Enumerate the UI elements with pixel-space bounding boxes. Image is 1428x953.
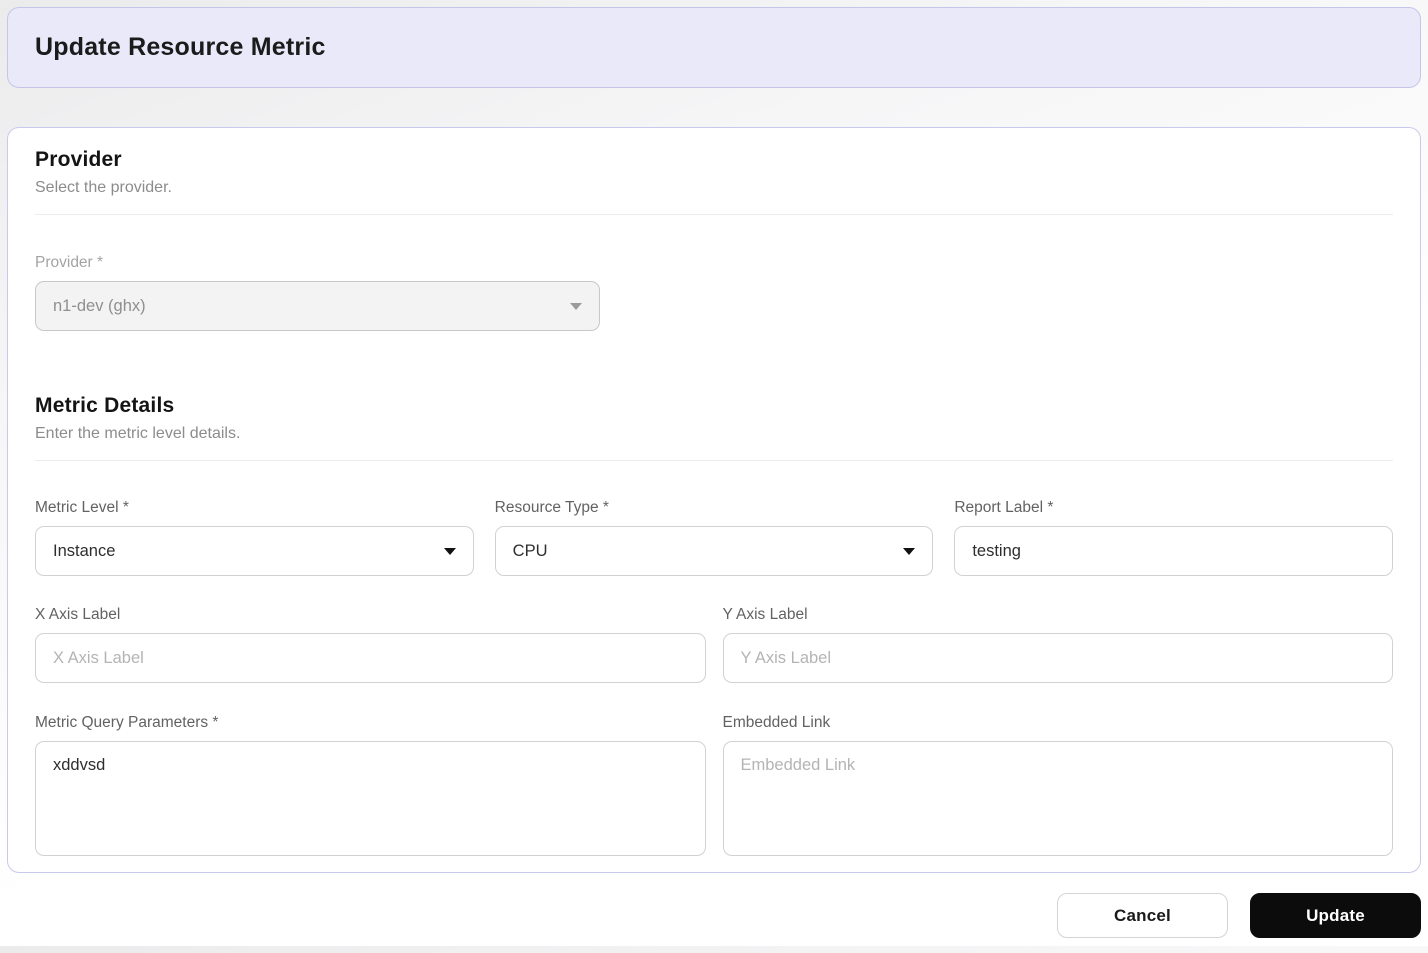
metric-row-3: Metric Query Parameters * xddvsd Embedde… xyxy=(35,714,1393,861)
resource-type-label: Resource Type * xyxy=(494,499,609,516)
provider-section: Provider Select the provider. Provider *… xyxy=(35,148,1393,331)
report-label-label: Report Label * xyxy=(954,499,1054,516)
y-axis-label-label: Y Axis Label xyxy=(722,606,808,623)
chevron-down-icon xyxy=(443,547,456,555)
resource-type-field: Resource Type * CPU xyxy=(494,499,934,576)
metric-row-1: Metric Level * Instance Resource Type * … xyxy=(35,499,1393,576)
cancel-button[interactable]: Cancel xyxy=(1057,893,1228,938)
provider-section-heading: Provider xyxy=(35,148,122,171)
metric-level-select[interactable]: Instance xyxy=(35,526,474,576)
metric-row-2: X Axis Label Y Axis Label xyxy=(35,606,1393,683)
metric-query-parameters-textarea[interactable]: xddvsd xyxy=(35,741,706,856)
y-axis-label-input[interactable] xyxy=(722,633,1393,683)
page-title: Update Resource Metric xyxy=(35,33,326,61)
metric-level-field: Metric Level * Instance xyxy=(35,499,474,576)
provider-label: Provider * xyxy=(35,254,104,271)
metric-details-subtitle: Enter the metric level details. xyxy=(35,425,241,442)
metric-details-heading: Metric Details xyxy=(35,394,175,417)
provider-section-subtitle: Select the provider. xyxy=(35,179,172,196)
update-button[interactable]: Update xyxy=(1250,893,1421,938)
metric-query-parameters-label: Metric Query Parameters * xyxy=(35,714,219,731)
y-axis-label-field: Y Axis Label xyxy=(722,606,1393,683)
resource-type-select[interactable]: CPU xyxy=(494,526,934,576)
embedded-link-field: Embedded Link xyxy=(722,714,1393,861)
resource-type-select-value: CPU xyxy=(512,541,548,560)
report-label-field: Report Label * xyxy=(954,499,1393,576)
update-metric-form-card: Provider Select the provider. Provider *… xyxy=(7,127,1421,873)
form-footer: Cancel Update xyxy=(0,873,1428,938)
provider-select-value: n1-dev (ghx) xyxy=(53,296,146,315)
x-axis-label-input[interactable] xyxy=(35,633,706,683)
embedded-link-label: Embedded Link xyxy=(722,714,831,731)
provider-field: Provider * n1-dev (ghx) xyxy=(35,254,1393,331)
x-axis-label-label: X Axis Label xyxy=(35,606,121,623)
metric-details-section: Metric Details Enter the metric level de… xyxy=(35,394,1393,861)
report-label-input[interactable] xyxy=(954,526,1393,576)
page-header: Update Resource Metric xyxy=(7,7,1421,88)
chevron-down-icon xyxy=(570,302,582,310)
provider-select[interactable]: n1-dev (ghx) xyxy=(35,281,600,331)
x-axis-label-field: X Axis Label xyxy=(35,606,706,683)
metric-level-select-value: Instance xyxy=(53,541,116,560)
metric-query-parameters-field: Metric Query Parameters * xddvsd xyxy=(35,714,706,861)
chevron-down-icon xyxy=(903,547,916,555)
metric-details-divider xyxy=(35,460,1393,461)
provider-section-divider xyxy=(35,214,1393,215)
metric-level-label: Metric Level * xyxy=(35,499,129,516)
embedded-link-textarea[interactable] xyxy=(722,741,1393,856)
